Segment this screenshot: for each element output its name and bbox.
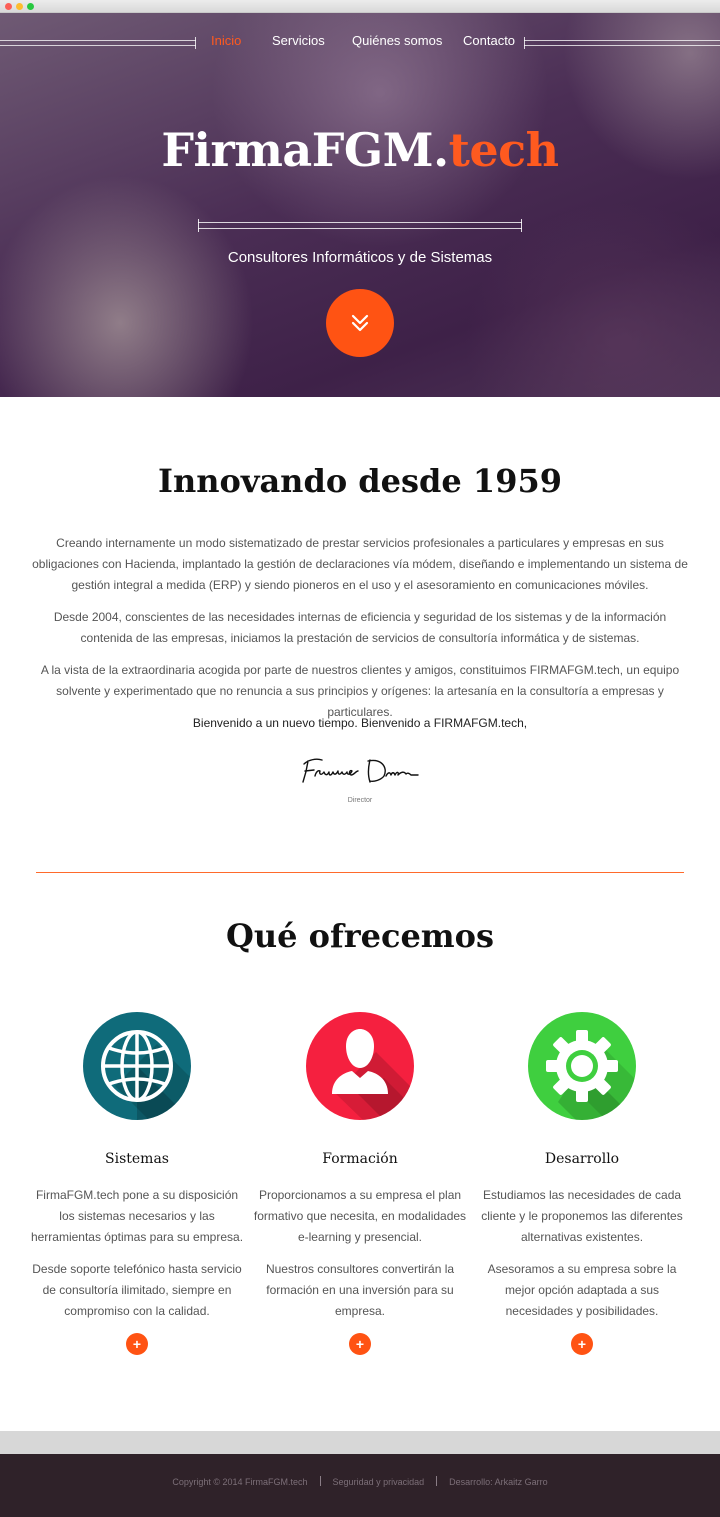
brand-main: FirmaFGM. bbox=[161, 123, 449, 177]
gear-icon bbox=[546, 1030, 636, 1120]
service-more-button-sistemas[interactable]: + bbox=[126, 1333, 148, 1355]
brand-accent: tech bbox=[448, 123, 559, 177]
window-titlebar bbox=[0, 0, 720, 13]
footer-separator bbox=[436, 1476, 438, 1486]
service-title-formacion: Formación bbox=[322, 1151, 398, 1167]
site-brand: FirmaFGM.tech bbox=[0, 123, 720, 177]
nav-decorative-line-right bbox=[524, 37, 720, 49]
about-paragraph-1: Creando internamente un modo sistematiza… bbox=[32, 536, 688, 592]
brand-divider bbox=[198, 219, 522, 232]
service-text-formacion-2: Nuestros consultores convertirán la form… bbox=[265, 1262, 455, 1318]
nav-item-servicios[interactable]: Servicios bbox=[272, 33, 325, 48]
footer-separator bbox=[319, 1476, 321, 1486]
service-title-sistemas: Sistemas bbox=[105, 1151, 169, 1167]
user-icon bbox=[332, 1029, 414, 1120]
maximize-window-icon[interactable] bbox=[27, 3, 34, 10]
section-divider bbox=[36, 872, 684, 873]
service-text-sistemas-2: Desde soporte telefónico hasta servicio … bbox=[32, 1262, 242, 1318]
service-icon-formacion bbox=[306, 1012, 414, 1120]
welcome-line: Bienvenido a un nuevo tiempo. Bienvenido… bbox=[192, 716, 528, 730]
hero-section: Inicio Servicios Quiénes somos Contacto … bbox=[0, 13, 720, 397]
service-more-button-formacion[interactable]: + bbox=[349, 1333, 371, 1355]
footer-links: Copyright © 2014 FirmaFGM.tech Seguridad … bbox=[0, 1476, 720, 1487]
director-signature bbox=[302, 758, 419, 783]
services-title: Qué ofrecemos bbox=[225, 917, 495, 955]
prefooter-band bbox=[0, 1431, 720, 1454]
double-chevron-down-icon bbox=[351, 314, 369, 332]
minimize-window-icon[interactable] bbox=[16, 3, 23, 10]
service-text-desarrollo-1: Estudiamos las necesidades de cada clien… bbox=[481, 1188, 683, 1244]
nav-item-quienes-somos[interactable]: Quiénes somos bbox=[352, 33, 442, 48]
service-title-desarrollo: Desarrollo bbox=[544, 1151, 620, 1167]
footer-copyright: Copyright © 2014 FirmaFGM.tech bbox=[172, 1477, 308, 1487]
signature-role: Director bbox=[347, 797, 373, 804]
nav-item-inicio[interactable]: Inicio bbox=[211, 33, 241, 48]
footer-privacy-link[interactable]: Seguridad y privacidad bbox=[333, 1477, 425, 1487]
globe-icon bbox=[101, 1030, 191, 1120]
about-paragraph-3: A la vista de la extraordinaria acogida … bbox=[40, 663, 680, 719]
service-text-formacion-1: Proporcionamos a su empresa el plan form… bbox=[253, 1188, 467, 1244]
service-text-desarrollo-2: Asesoramos a su empresa sobre la mejor o… bbox=[487, 1262, 677, 1318]
hero-tagline: Consultores Informáticos y de Sistemas bbox=[227, 249, 493, 266]
nav-decorative-line-left bbox=[0, 37, 196, 49]
service-more-button-desarrollo[interactable]: + bbox=[571, 1333, 593, 1355]
footer-credits-link[interactable]: Desarrollo: Arkaitz Garro bbox=[449, 1477, 548, 1487]
service-text-sistemas-1: FirmaFGM.tech pone a su disposición los … bbox=[30, 1188, 244, 1244]
scroll-down-button[interactable] bbox=[326, 289, 394, 357]
close-window-icon[interactable] bbox=[5, 3, 12, 10]
nav-item-contacto[interactable]: Contacto bbox=[463, 33, 515, 48]
service-icon-desarrollo bbox=[528, 1012, 636, 1120]
site-footer: Copyright © 2014 FirmaFGM.tech Seguridad … bbox=[0, 1454, 720, 1517]
about-paragraph-2: Desde 2004, conscientes de las necesidad… bbox=[53, 610, 667, 645]
about-title: Innovando desde 1959 bbox=[158, 462, 562, 500]
service-icon-sistemas bbox=[83, 1012, 191, 1120]
